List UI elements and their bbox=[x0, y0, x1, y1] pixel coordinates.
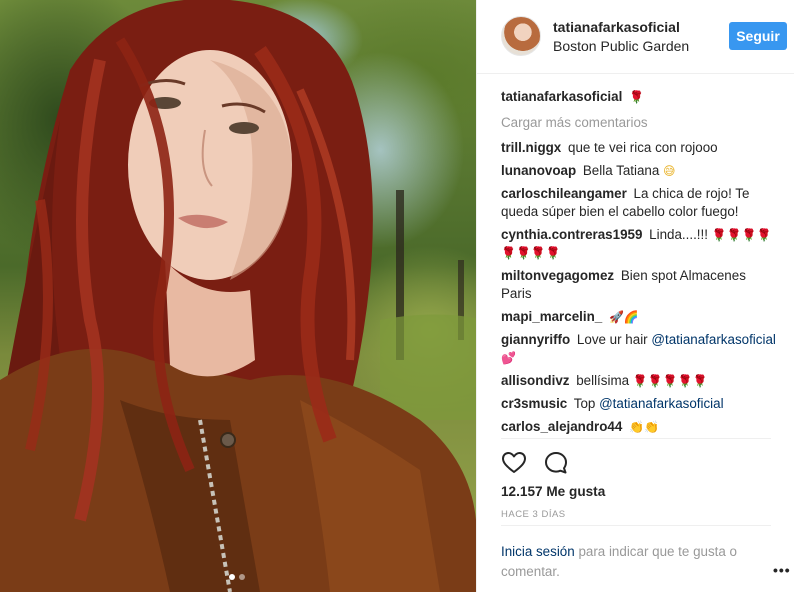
caption-username[interactable]: tatianafarkasoficial bbox=[501, 89, 622, 104]
comment-item: cynthia.contreras1959 Linda....!!! 🌹🌹🌹🌹🌹… bbox=[501, 226, 777, 262]
post-caption: tatianafarkasoficial 🌹 bbox=[501, 88, 777, 106]
comment-username[interactable]: lunanovoap bbox=[501, 163, 576, 178]
comment-text: que te vei rica con rojooo bbox=[568, 140, 718, 155]
carousel-dot bbox=[239, 574, 245, 580]
comment-item: carloschileangamer La chica de rojo! Te … bbox=[501, 185, 777, 221]
ellipsis-icon[interactable]: ••• bbox=[773, 562, 791, 578]
comment-text: Top bbox=[573, 396, 596, 411]
comment-username[interactable]: carlos_alejandro44 bbox=[501, 419, 622, 434]
rose-icon: 🌹🌹🌹🌹🌹 bbox=[632, 374, 708, 388]
comment-item: miltonvegagomez Bien spot Almacenes Pari… bbox=[501, 267, 777, 303]
clapping-hands-icon: 👏👏 bbox=[629, 420, 659, 434]
comment-item: carlos_alejandro44 👏👏 bbox=[501, 418, 777, 436]
portrait-illustration bbox=[0, 0, 476, 592]
divider bbox=[501, 438, 771, 439]
comment-item: allisondivz bellísima 🌹🌹🌹🌹🌹 bbox=[501, 372, 777, 390]
comment-mention[interactable]: @tatianafarkasoficial bbox=[651, 332, 776, 347]
comment-mention[interactable]: @tatianafarkasoficial bbox=[599, 396, 724, 411]
comment-item: lunanovoap Bella Tatiana 😅 bbox=[501, 162, 777, 180]
comment-item: trill.niggx que te vei rica con rojooo bbox=[501, 139, 777, 157]
post-actions bbox=[501, 450, 569, 476]
login-link[interactable]: Inicia sesión bbox=[501, 544, 575, 559]
post-author-username[interactable]: tatianafarkasoficial bbox=[553, 19, 680, 35]
follow-button[interactable]: Seguir bbox=[729, 22, 787, 50]
comment-item: mapi_marcelin_ 🚀🌈 bbox=[501, 308, 777, 326]
post-timestamp[interactable]: HACE 3 DÍAS bbox=[501, 509, 566, 520]
heart-outline-icon[interactable] bbox=[501, 450, 527, 476]
comment-username[interactable]: allisondivz bbox=[501, 373, 569, 388]
comment-text: Linda....!!! bbox=[649, 227, 708, 242]
avatar[interactable] bbox=[501, 16, 541, 56]
carousel-dot-active bbox=[229, 574, 235, 580]
post-location[interactable]: Boston Public Garden bbox=[553, 38, 689, 54]
load-more-comments-button[interactable]: Cargar más comentarios bbox=[501, 114, 777, 132]
speech-bubble-icon[interactable] bbox=[543, 450, 569, 476]
comment-list[interactable]: tatianafarkasoficial 🌹 Cargar más coment… bbox=[501, 84, 777, 437]
hearts-icon: 💕 bbox=[501, 351, 516, 365]
comment-username[interactable]: giannyriffo bbox=[501, 332, 570, 347]
rose-icon: 🌹 bbox=[629, 90, 645, 104]
comment-username[interactable]: carloschileangamer bbox=[501, 186, 627, 201]
comment-username[interactable]: mapi_marcelin_ bbox=[501, 309, 602, 324]
post-photo[interactable] bbox=[0, 0, 476, 592]
comment-username[interactable]: trill.niggx bbox=[501, 140, 561, 155]
face-emoji-icon: 😅 bbox=[663, 164, 676, 178]
comment-username[interactable]: cr3smusic bbox=[501, 396, 567, 411]
like-count[interactable]: 12.157 Me gusta bbox=[501, 484, 605, 499]
divider bbox=[501, 525, 771, 526]
login-prompt: Inicia sesión para indicar que te gusta … bbox=[501, 542, 761, 582]
post-header: tatianafarkasoficial Boston Public Garde… bbox=[477, 0, 794, 74]
comment-text: Love ur hair bbox=[576, 332, 648, 347]
comment-item: cr3smusic Top @tatianafarkasoficial bbox=[501, 395, 777, 413]
comment-text: Bella Tatiana bbox=[582, 163, 660, 178]
comment-item: giannyriffo Love ur hair @tatianafarkaso… bbox=[501, 331, 777, 367]
comment-text: bellísima bbox=[576, 373, 630, 388]
comment-username[interactable]: cynthia.contreras1959 bbox=[501, 227, 642, 242]
post-side-panel: tatianafarkasoficial Boston Public Garde… bbox=[476, 0, 794, 592]
carousel-indicator bbox=[229, 574, 245, 580]
rocket-icon: 🚀 bbox=[608, 310, 624, 324]
comment-username[interactable]: miltonvegagomez bbox=[501, 268, 614, 283]
rainbow-icon: 🌈 bbox=[623, 310, 639, 324]
